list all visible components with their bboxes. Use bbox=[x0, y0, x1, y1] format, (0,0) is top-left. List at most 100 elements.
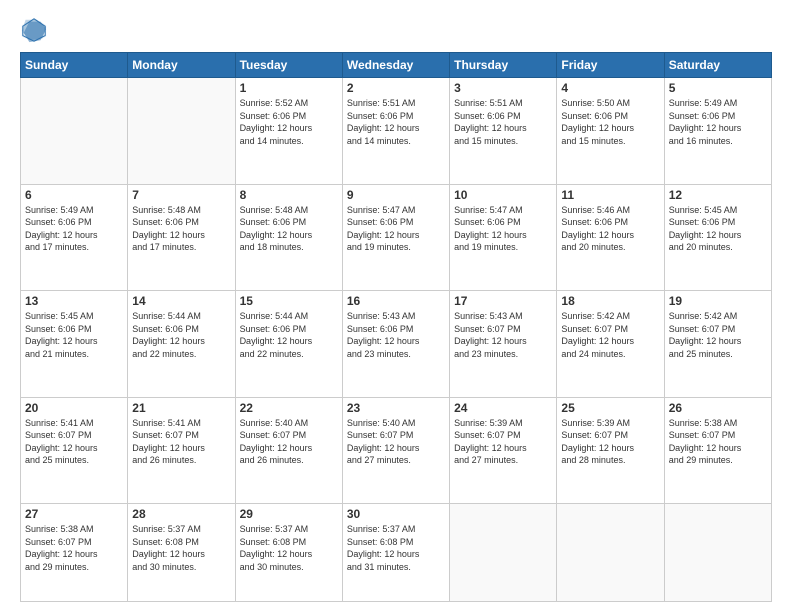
logo bbox=[20, 16, 54, 44]
calendar-cell: 16Sunrise: 5:43 AM Sunset: 6:06 PM Dayli… bbox=[342, 291, 449, 398]
logo-icon bbox=[20, 16, 48, 44]
calendar-week-row: 1 Sunrise: 5:52 AM Sunset: 6:06 PM Daylig… bbox=[21, 78, 772, 185]
calendar-cell bbox=[128, 78, 235, 185]
day-info: Sunrise: 5:46 AM Sunset: 6:06 PM Dayligh… bbox=[561, 204, 659, 254]
calendar-cell: 7 Sunrise: 5:48 AM Sunset: 6:06 PM Daylig… bbox=[128, 184, 235, 291]
calendar-cell: 18Sunrise: 5:42 AM Sunset: 6:07 PM Dayli… bbox=[557, 291, 664, 398]
calendar-cell: 2 Sunrise: 5:51 AM Sunset: 6:06 PM Daylig… bbox=[342, 78, 449, 185]
day-info: Sunrise: 5:43 AM Sunset: 6:06 PM Dayligh… bbox=[347, 310, 445, 360]
day-number: 10 bbox=[454, 188, 552, 202]
calendar-week-row: 20Sunrise: 5:41 AM Sunset: 6:07 PM Dayli… bbox=[21, 397, 772, 504]
day-number: 28 bbox=[132, 507, 230, 521]
day-info: Sunrise: 5:38 AM Sunset: 6:07 PM Dayligh… bbox=[25, 523, 123, 573]
day-number: 13 bbox=[25, 294, 123, 308]
day-number: 15 bbox=[240, 294, 338, 308]
calendar-header: SundayMondayTuesdayWednesdayThursdayFrid… bbox=[21, 53, 772, 78]
day-info: Sunrise: 5:42 AM Sunset: 6:07 PM Dayligh… bbox=[561, 310, 659, 360]
calendar-cell: 4Sunrise: 5:50 AM Sunset: 6:06 PM Daylig… bbox=[557, 78, 664, 185]
day-number: 17 bbox=[454, 294, 552, 308]
calendar-cell: 14 Sunrise: 5:44 AM Sunset: 6:06 PM Dayli… bbox=[128, 291, 235, 398]
day-info: Sunrise: 5:42 AM Sunset: 6:07 PM Dayligh… bbox=[669, 310, 767, 360]
calendar-cell: 3 Sunrise: 5:51 AM Sunset: 6:06 PM Daylig… bbox=[450, 78, 557, 185]
weekday-header: Thursday bbox=[450, 53, 557, 78]
day-info: Sunrise: 5:37 AM Sunset: 6:08 PM Dayligh… bbox=[132, 523, 230, 573]
calendar-cell: 21 Sunrise: 5:41 AM Sunset: 6:07 PM Dayli… bbox=[128, 397, 235, 504]
day-info: Sunrise: 5:43 AM Sunset: 6:07 PM Dayligh… bbox=[454, 310, 552, 360]
day-number: 3 bbox=[454, 81, 552, 95]
day-number: 21 bbox=[132, 401, 230, 415]
calendar-body: 1 Sunrise: 5:52 AM Sunset: 6:06 PM Daylig… bbox=[21, 78, 772, 602]
day-number: 29 bbox=[240, 507, 338, 521]
calendar-cell: 29 Sunrise: 5:37 AM Sunset: 6:08 PM Dayli… bbox=[235, 504, 342, 602]
day-number: 19 bbox=[669, 294, 767, 308]
day-number: 1 bbox=[240, 81, 338, 95]
calendar-cell: 22 Sunrise: 5:40 AM Sunset: 6:07 PM Dayli… bbox=[235, 397, 342, 504]
day-info: Sunrise: 5:47 AM Sunset: 6:06 PM Dayligh… bbox=[454, 204, 552, 254]
calendar-cell bbox=[664, 504, 771, 602]
calendar-week-row: 27Sunrise: 5:38 AM Sunset: 6:07 PM Dayli… bbox=[21, 504, 772, 602]
day-number: 7 bbox=[132, 188, 230, 202]
weekday-header: Saturday bbox=[664, 53, 771, 78]
calendar-cell bbox=[21, 78, 128, 185]
weekday-header: Tuesday bbox=[235, 53, 342, 78]
calendar-cell: 17 Sunrise: 5:43 AM Sunset: 6:07 PM Dayli… bbox=[450, 291, 557, 398]
calendar-cell: 24 Sunrise: 5:39 AM Sunset: 6:07 PM Dayli… bbox=[450, 397, 557, 504]
day-info: Sunrise: 5:44 AM Sunset: 6:06 PM Dayligh… bbox=[240, 310, 338, 360]
day-info: Sunrise: 5:41 AM Sunset: 6:07 PM Dayligh… bbox=[25, 417, 123, 467]
weekday-header: Wednesday bbox=[342, 53, 449, 78]
day-number: 9 bbox=[347, 188, 445, 202]
day-info: Sunrise: 5:39 AM Sunset: 6:07 PM Dayligh… bbox=[454, 417, 552, 467]
day-number: 22 bbox=[240, 401, 338, 415]
calendar-cell: 1 Sunrise: 5:52 AM Sunset: 6:06 PM Daylig… bbox=[235, 78, 342, 185]
day-info: Sunrise: 5:49 AM Sunset: 6:06 PM Dayligh… bbox=[669, 97, 767, 147]
calendar-cell: 13Sunrise: 5:45 AM Sunset: 6:06 PM Dayli… bbox=[21, 291, 128, 398]
calendar-cell: 19 Sunrise: 5:42 AM Sunset: 6:07 PM Dayli… bbox=[664, 291, 771, 398]
day-info: Sunrise: 5:39 AM Sunset: 6:07 PM Dayligh… bbox=[561, 417, 659, 467]
day-number: 25 bbox=[561, 401, 659, 415]
day-number: 23 bbox=[347, 401, 445, 415]
day-number: 5 bbox=[669, 81, 767, 95]
day-info: Sunrise: 5:50 AM Sunset: 6:06 PM Dayligh… bbox=[561, 97, 659, 147]
day-info: Sunrise: 5:45 AM Sunset: 6:06 PM Dayligh… bbox=[669, 204, 767, 254]
calendar-cell: 6Sunrise: 5:49 AM Sunset: 6:06 PM Daylig… bbox=[21, 184, 128, 291]
calendar-cell: 10 Sunrise: 5:47 AM Sunset: 6:06 PM Dayli… bbox=[450, 184, 557, 291]
day-info: Sunrise: 5:44 AM Sunset: 6:06 PM Dayligh… bbox=[132, 310, 230, 360]
header-row: SundayMondayTuesdayWednesdayThursdayFrid… bbox=[21, 53, 772, 78]
calendar-cell: 28 Sunrise: 5:37 AM Sunset: 6:08 PM Dayli… bbox=[128, 504, 235, 602]
day-number: 11 bbox=[561, 188, 659, 202]
day-info: Sunrise: 5:38 AM Sunset: 6:07 PM Dayligh… bbox=[669, 417, 767, 467]
day-number: 12 bbox=[669, 188, 767, 202]
calendar-cell: 11 Sunrise: 5:46 AM Sunset: 6:06 PM Dayli… bbox=[557, 184, 664, 291]
weekday-header: Friday bbox=[557, 53, 664, 78]
day-info: Sunrise: 5:40 AM Sunset: 6:07 PM Dayligh… bbox=[240, 417, 338, 467]
day-info: Sunrise: 5:40 AM Sunset: 6:07 PM Dayligh… bbox=[347, 417, 445, 467]
calendar-cell: 15 Sunrise: 5:44 AM Sunset: 6:06 PM Dayli… bbox=[235, 291, 342, 398]
calendar-cell: 12 Sunrise: 5:45 AM Sunset: 6:06 PM Dayli… bbox=[664, 184, 771, 291]
day-number: 24 bbox=[454, 401, 552, 415]
calendar-cell: 30 Sunrise: 5:37 AM Sunset: 6:08 PM Dayli… bbox=[342, 504, 449, 602]
calendar-cell bbox=[450, 504, 557, 602]
day-info: Sunrise: 5:48 AM Sunset: 6:06 PM Dayligh… bbox=[240, 204, 338, 254]
calendar-week-row: 6Sunrise: 5:49 AM Sunset: 6:06 PM Daylig… bbox=[21, 184, 772, 291]
day-number: 14 bbox=[132, 294, 230, 308]
weekday-header: Sunday bbox=[21, 53, 128, 78]
calendar-table: SundayMondayTuesdayWednesdayThursdayFrid… bbox=[20, 52, 772, 602]
calendar-cell: 27Sunrise: 5:38 AM Sunset: 6:07 PM Dayli… bbox=[21, 504, 128, 602]
calendar-cell: 5 Sunrise: 5:49 AM Sunset: 6:06 PM Daylig… bbox=[664, 78, 771, 185]
day-info: Sunrise: 5:52 AM Sunset: 6:06 PM Dayligh… bbox=[240, 97, 338, 147]
weekday-header: Monday bbox=[128, 53, 235, 78]
day-info: Sunrise: 5:48 AM Sunset: 6:06 PM Dayligh… bbox=[132, 204, 230, 254]
day-info: Sunrise: 5:51 AM Sunset: 6:06 PM Dayligh… bbox=[347, 97, 445, 147]
calendar-cell: 25 Sunrise: 5:39 AM Sunset: 6:07 PM Dayli… bbox=[557, 397, 664, 504]
day-info: Sunrise: 5:41 AM Sunset: 6:07 PM Dayligh… bbox=[132, 417, 230, 467]
day-info: Sunrise: 5:37 AM Sunset: 6:08 PM Dayligh… bbox=[347, 523, 445, 573]
day-number: 2 bbox=[347, 81, 445, 95]
day-number: 30 bbox=[347, 507, 445, 521]
day-number: 8 bbox=[240, 188, 338, 202]
day-info: Sunrise: 5:51 AM Sunset: 6:06 PM Dayligh… bbox=[454, 97, 552, 147]
day-info: Sunrise: 5:37 AM Sunset: 6:08 PM Dayligh… bbox=[240, 523, 338, 573]
day-info: Sunrise: 5:49 AM Sunset: 6:06 PM Dayligh… bbox=[25, 204, 123, 254]
calendar-cell: 9 Sunrise: 5:47 AM Sunset: 6:06 PM Daylig… bbox=[342, 184, 449, 291]
day-info: Sunrise: 5:47 AM Sunset: 6:06 PM Dayligh… bbox=[347, 204, 445, 254]
calendar-cell: 8 Sunrise: 5:48 AM Sunset: 6:06 PM Daylig… bbox=[235, 184, 342, 291]
